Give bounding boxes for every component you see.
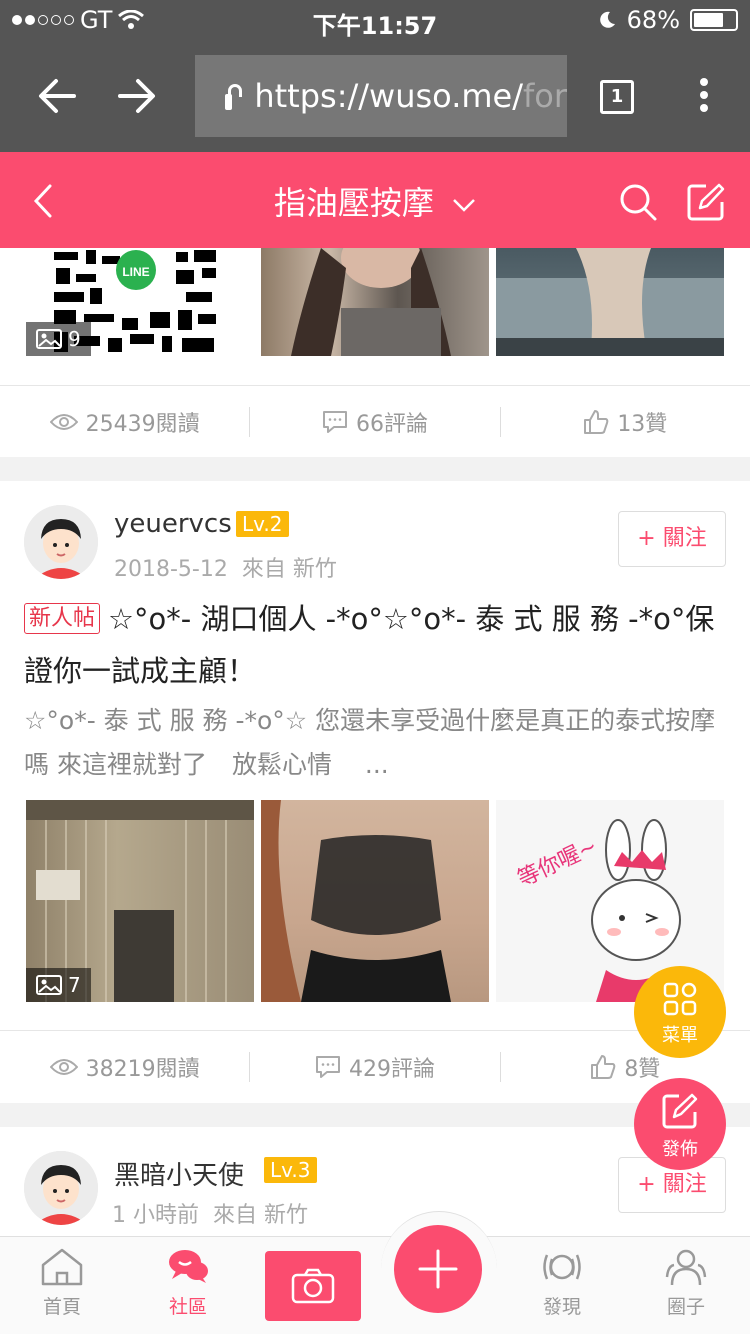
comments-count: 429評論 (348, 1056, 435, 1082)
tab-circle-label: 圈子 (666, 1296, 705, 1318)
image-count: 7 (68, 973, 81, 997)
tab-switcher-button[interactable]: 1 (600, 80, 634, 114)
status-bar: GT 下午11:57 68% (0, 0, 750, 40)
gallery-icon (36, 975, 62, 995)
comments-stat[interactable]: 66評論 (250, 406, 499, 438)
browser-toolbar: https://wuso.me/for 1 (0, 40, 750, 152)
create-post-button[interactable] (381, 1211, 497, 1327)
post-location: 來自 新竹 (241, 557, 337, 582)
edit-icon (662, 1093, 698, 1129)
radar-icon (543, 1254, 581, 1280)
grid-menu-icon (663, 982, 697, 1016)
tab-community[interactable]: 社區 (128, 1247, 248, 1319)
post-title-text: ☆°o*- 湖口個人 -*o°☆°o*- 泰 式 服 務 -*o°保證你一試成主… (24, 602, 715, 688)
comments-stat[interactable]: 429評論 (250, 1051, 499, 1083)
follow-button[interactable]: + 關注 (618, 511, 726, 567)
eye-icon (49, 1058, 78, 1075)
url-text: https://wuso.me/ (254, 77, 523, 115)
image-count-badge: 9 (26, 322, 91, 356)
svg-text:LINE: LINE (122, 265, 149, 279)
username[interactable]: yeuervcs (114, 509, 232, 539)
likes-stat[interactable]: 13贊 (501, 406, 750, 438)
likes-count: 13贊 (617, 411, 668, 437)
post-title[interactable]: 新人帖 ☆°o*- 湖口個人 -*o°☆°o*- 泰 式 服 務 -*o°保證你一… (24, 593, 724, 697)
plus-icon (418, 1249, 458, 1289)
camera-button[interactable] (265, 1251, 361, 1321)
search-icon[interactable] (618, 182, 658, 222)
battery-percent: 68% (626, 6, 680, 34)
thumbs-up-icon (591, 1054, 616, 1079)
post-excerpt: ☆°o*- 泰 式 服 務 -*o°☆ 您還未享受過什麼是真正的泰式按摩嗎 來這… (24, 706, 716, 779)
level-badge: Lv.3 (264, 1157, 317, 1183)
portrait-photo (261, 800, 451, 1002)
tab-circle[interactable]: 圈子 (626, 1247, 746, 1319)
post-stats: 25439閱讀 66評論 13贊 (0, 385, 750, 457)
post-image-photo[interactable] (261, 800, 489, 1002)
battery-icon (690, 9, 738, 31)
views-stat: 25439閱讀 (0, 406, 249, 438)
comments-count: 66評論 (355, 411, 428, 437)
username[interactable]: 黑暗小天使 (114, 1155, 244, 1192)
tab-discover[interactable]: 發現 (502, 1247, 622, 1319)
app-header: 指油壓按摩 (0, 152, 750, 248)
tab-home-label: 首頁 (42, 1296, 81, 1318)
menu-fab[interactable]: 菜單 (634, 966, 726, 1058)
level-badge: Lv.2 (236, 511, 289, 537)
post-card[interactable]: LINE 9 25439閱讀 66評論 13贊 (0, 248, 750, 457)
tab-community-label: 社區 (168, 1296, 207, 1318)
post-location: 來自 新竹 (213, 1203, 308, 1228)
forward-arrow-icon[interactable] (118, 78, 156, 114)
url-text-overflow: for (523, 77, 567, 115)
publish-fab-label: 發佈 (662, 1139, 698, 1160)
chat-bubbles-icon (169, 1250, 208, 1283)
views-count: 38219閱讀 (85, 1056, 200, 1082)
chevron-down-icon (453, 199, 475, 212)
gallery-icon (36, 329, 62, 349)
compose-icon[interactable] (686, 182, 726, 222)
post-meta: 1 小時前 來自 新竹 (112, 1197, 308, 1229)
group-icon (665, 1249, 707, 1286)
back-arrow-icon[interactable] (38, 78, 76, 114)
avatar[interactable] (24, 505, 98, 579)
bottom-tab-bar: 首頁 社區 發現 圈子 (0, 1211, 750, 1334)
post-image-photo[interactable] (496, 248, 724, 356)
post-image-photo[interactable]: 7 (26, 800, 254, 1002)
views-count: 25439閱讀 (85, 411, 200, 437)
portrait-photo (291, 248, 451, 356)
tab-discover-label: 發現 (542, 1296, 581, 1318)
do-not-disturb-icon (599, 11, 615, 28)
thumbs-up-icon (584, 409, 609, 434)
post-date: 2018-5-12 (114, 557, 228, 582)
new-user-tag: 新人帖 (24, 603, 101, 634)
post-meta: 2018-5-12 來自 新竹 (114, 551, 337, 583)
image-count: 9 (68, 327, 81, 351)
eye-icon (49, 413, 78, 430)
menu-fab-label: 菜單 (662, 1025, 698, 1046)
forum-title: 指油壓按摩 (273, 184, 434, 222)
address-bar[interactable]: https://wuso.me/for (195, 55, 567, 137)
publish-fab[interactable]: 發佈 (634, 1078, 726, 1170)
camera-icon (291, 1268, 335, 1304)
home-icon (41, 1248, 83, 1286)
post-image-photo[interactable] (261, 248, 489, 356)
views-stat: 38219閱讀 (0, 1051, 249, 1083)
tab-home[interactable]: 首頁 (2, 1247, 122, 1319)
post-image-qr-code[interactable]: LINE 9 (26, 248, 254, 356)
portrait-photo (496, 248, 724, 356)
more-menu-icon[interactable] (700, 78, 708, 117)
comment-icon (322, 410, 347, 433)
image-count-badge: 7 (26, 968, 91, 1002)
sticker-text: 等你喔~ (514, 834, 601, 892)
avatar[interactable] (24, 1151, 98, 1225)
comment-icon (315, 1055, 340, 1078)
lock-icon (225, 84, 243, 110)
post-date: 1 小時前 (112, 1203, 199, 1228)
